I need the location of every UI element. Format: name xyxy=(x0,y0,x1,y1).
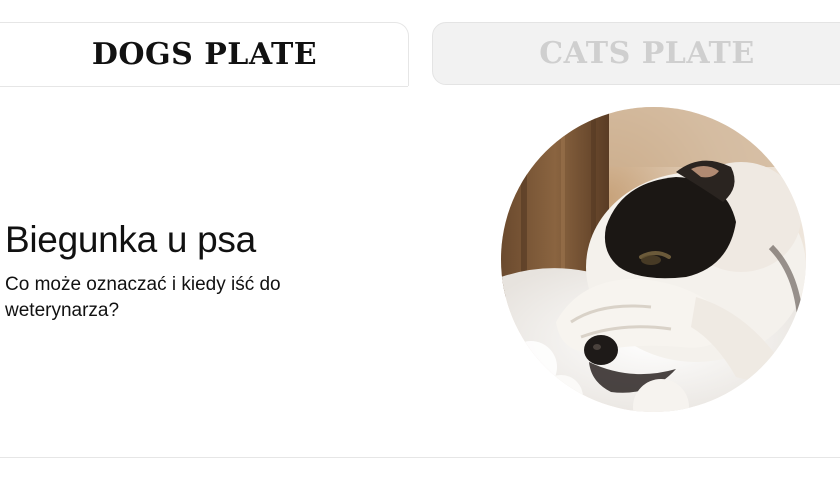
article-title[interactable]: Biegunka u psa xyxy=(5,218,405,262)
tab-dogs-plate[interactable]: DOGS PLATE xyxy=(0,22,409,86)
article-image[interactable] xyxy=(501,107,806,412)
tab-dogs-plate-label: DOGS PLATE xyxy=(91,37,318,72)
tab-cats-plate[interactable]: CATS PLATE xyxy=(432,22,840,85)
bottom-divider xyxy=(0,457,840,458)
sleeping-dog-photo xyxy=(501,107,806,412)
article-text-block: Biegunka u psa Co może oznaczać i kiedy … xyxy=(5,218,405,324)
tab-cats-plate-label: CATS PLATE xyxy=(539,36,755,71)
article-subtitle: Co może oznaczać i kiedy iść do weteryna… xyxy=(5,274,281,321)
plate-tab-bar: CATS PLATE DOGS PLATE xyxy=(0,0,840,88)
article-card[interactable]: Biegunka u psa Co może oznaczać i kiedy … xyxy=(0,87,840,458)
